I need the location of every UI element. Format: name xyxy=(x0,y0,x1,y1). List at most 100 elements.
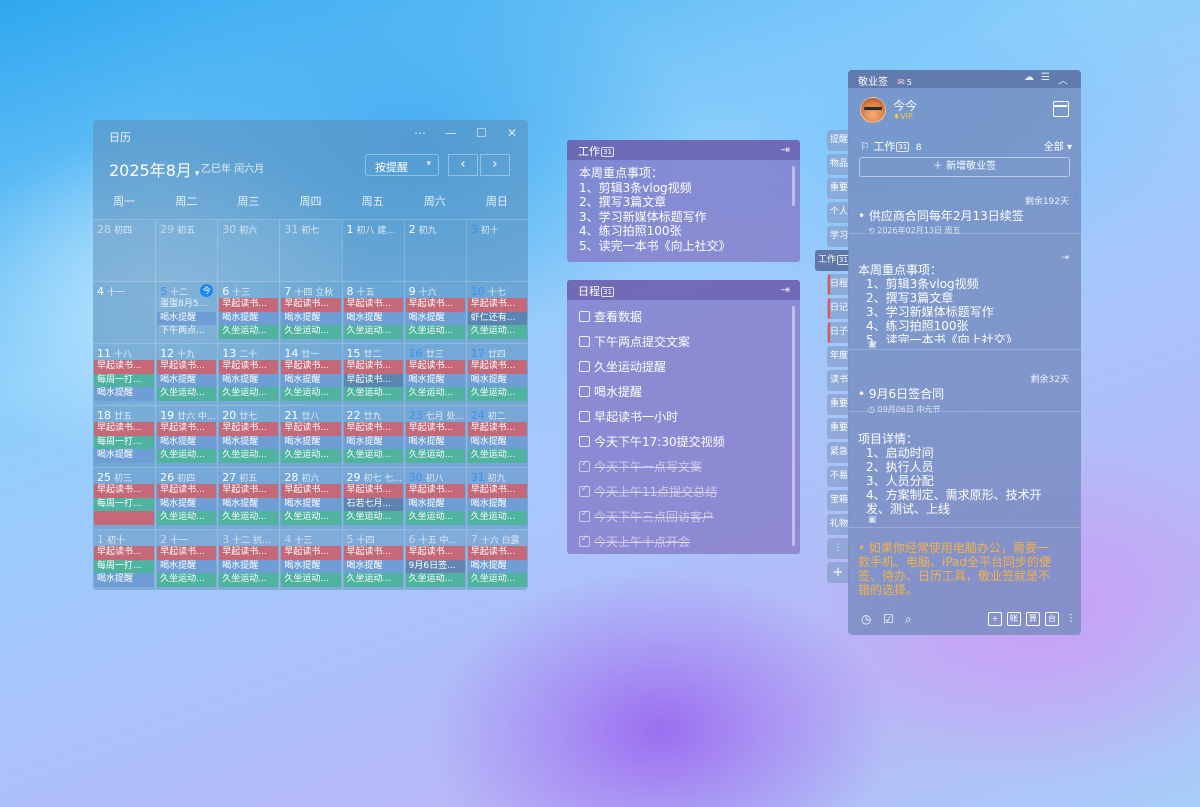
calendar-event[interactable]: 喝水提醒 xyxy=(219,311,279,325)
day-cell[interactable]: 24 初二 早起读书... 喝水提醒 久坐运动... xyxy=(465,406,528,468)
category-tab[interactable]: 学习 xyxy=(827,226,849,247)
todo-item[interactable]: 久坐运动提醒 xyxy=(567,350,800,375)
day-cell[interactable]: 21 廿八 早起读书... 喝水提醒 久坐运动... xyxy=(279,406,341,468)
day-cell[interactable]: 19 廿六 中... 早起读书... 喝水提醒 久坐运动... xyxy=(155,406,217,468)
calendar-event[interactable]: 每周一打... xyxy=(94,497,155,511)
calendar-event[interactable]: 喝水提醒 xyxy=(281,435,341,449)
calendar-event[interactable]: 久坐运动... xyxy=(405,511,465,525)
calendar-event[interactable]: 久坐运动... xyxy=(343,511,403,525)
checkbox[interactable] xyxy=(579,534,590,547)
pin-icon[interactable]: ⇥ xyxy=(1061,253,1069,263)
pin-icon[interactable]: ⇥ xyxy=(781,143,790,156)
note-card[interactable]: 剩余32天 • 9月6日签合同 ◷ 09月06日 中元节 xyxy=(848,350,1081,414)
calendar-event[interactable]: 早起读书... xyxy=(467,422,527,436)
pin-icon[interactable]: ⇡ xyxy=(1071,193,1079,203)
calendar-event[interactable]: 喝水提醒 xyxy=(281,311,341,325)
calendar-event[interactable]: 早起读书... xyxy=(343,484,403,498)
calendar-event[interactable]: 早起读书... xyxy=(281,360,341,374)
calendar-event[interactable]: 喝水提醒 xyxy=(157,559,217,573)
day-cell[interactable]: 25 初三 早起读书... 每周一打... xyxy=(93,468,155,530)
calendar-event[interactable]: 久坐运动... xyxy=(219,449,279,463)
category-tab[interactable]: 重要 xyxy=(827,394,849,415)
calendar-event[interactable]: 早起读书... xyxy=(405,360,465,374)
calendar-event[interactable]: 久坐运动... xyxy=(343,449,403,463)
more-icon[interactable]: ⋯ xyxy=(414,126,426,140)
calendar-event[interactable]: 喝水提醒 xyxy=(281,497,341,511)
todo-item[interactable]: 今天下午17:30提交视频 xyxy=(567,425,800,450)
day-cell[interactable]: 1 初八 建... xyxy=(341,220,404,282)
day-cell[interactable]: 2 十一 早起读书... 喝水提醒 久坐运动... xyxy=(155,530,218,590)
calendar-event[interactable]: 喝水提醒 xyxy=(219,435,279,449)
collapse-icon[interactable]: ︿ xyxy=(1058,72,1068,87)
calendar-event[interactable]: 早起读书... xyxy=(405,484,465,498)
todo-item[interactable]: 早起读书一小时 xyxy=(567,400,800,425)
scrollbar[interactable] xyxy=(792,166,795,206)
calendar-event[interactable]: 喝水提醒 xyxy=(405,497,465,511)
calendar-event[interactable]: 久坐运动... xyxy=(405,573,465,587)
cloud-sync-icon[interactable]: ☁ xyxy=(1024,72,1034,83)
calendar-event[interactable]: 早起读书... xyxy=(219,298,279,312)
calendar-event[interactable]: 久坐运动... xyxy=(281,573,341,587)
close-icon[interactable]: ✕ xyxy=(507,126,517,140)
calendar-event[interactable]: 喝水提醒 xyxy=(467,559,527,573)
note-card[interactable]: 项目详情： 1、启动时间 2、执行人员 3、人员分配 4、方案制定、需求原形、技… xyxy=(848,415,1081,528)
calendar-event[interactable]: 喝水提醒 xyxy=(219,559,279,573)
reminder-filter-select[interactable]: 按提醒 ▾ xyxy=(365,154,439,176)
day-cell[interactable]: 1 初十 早起读书... 每周一打... 喝水提醒 xyxy=(93,530,156,590)
day-cell[interactable]: 3 十二 抗... 早起读书... 喝水提醒 久坐运动... xyxy=(217,530,280,590)
day-cell[interactable]: 2 初九 xyxy=(403,220,466,282)
calendar-event[interactable]: 久坐运动... xyxy=(343,387,403,401)
calendar-event[interactable]: 久坐运动... xyxy=(343,325,403,339)
add-note-button[interactable]: ＋ 新增敬业签 xyxy=(859,157,1070,177)
calendar-event[interactable]: 早起读书... xyxy=(94,484,155,498)
day-cell[interactable]: 29 初七 七... 早起读书... 石若七月... 久坐运动... xyxy=(341,468,404,530)
minimize-icon[interactable]: — xyxy=(445,126,457,140)
calendar-event[interactable]: 喝水提醒 xyxy=(405,373,465,387)
calendar-event[interactable]: 久坐运动... xyxy=(467,325,527,339)
calendar-event[interactable]: 久坐运动... xyxy=(219,387,279,401)
day-cell[interactable]: 28 初六 早起读书... 喝水提醒 久坐运动... xyxy=(279,468,341,530)
calendar-event[interactable]: 早起读书... xyxy=(405,546,465,560)
category-tab[interactable]: 个人 xyxy=(827,202,849,223)
day-cell[interactable]: 22 廿九 早起读书... 喝水提醒 久坐运动... xyxy=(341,406,404,468)
calendar-event[interactable]: 久坐运动... xyxy=(281,387,341,401)
category-tab[interactable]: 工作 31 xyxy=(815,250,849,271)
calendar-event[interactable]: 早起读书... xyxy=(467,546,527,560)
calendar-event[interactable]: 久坐运动... xyxy=(157,449,217,463)
day-cell[interactable]: 20 廿七 早起读书... 喝水提醒 久坐运动... xyxy=(217,406,279,468)
checkbox[interactable] xyxy=(579,459,590,472)
category-tab[interactable]: 重要 xyxy=(827,178,849,199)
desk-icon[interactable]: 台 xyxy=(1045,612,1059,626)
calendar-event[interactable]: 早起读书... xyxy=(281,422,341,436)
calendar-event[interactable]: 早起读书... xyxy=(405,422,465,436)
todo-item[interactable]: 今天下午一点写文案 xyxy=(567,450,800,475)
calendar-event[interactable]: 喝水提醒 xyxy=(157,373,217,387)
calendar-event[interactable] xyxy=(94,511,155,525)
calendar-event[interactable]: 早起读书... xyxy=(343,422,403,436)
calendar-event[interactable]: 喝水提醒 xyxy=(157,311,217,325)
category-tab[interactable]: 礼物 xyxy=(827,514,849,535)
calendar-event[interactable]: 喝水提醒 xyxy=(281,373,341,387)
calendar-event[interactable]: 久坐运动... xyxy=(219,511,279,525)
calendar-event[interactable]: 喝水提醒 xyxy=(281,559,341,573)
category-tab[interactable]: 物品 xyxy=(827,154,849,175)
day-cell[interactable]: 30 初八 早起读书... 喝水提醒 久坐运动... xyxy=(403,468,466,530)
work-note-body[interactable]: 本周重点事项： 1、剪辑3条vlog视频 2、撰写3篇文章 3、学习新媒体标题写… xyxy=(567,160,800,253)
calendar-event[interactable]: 久坐运动... xyxy=(405,325,465,339)
day-cell[interactable]: 31 初七 xyxy=(279,220,342,282)
calendar-event[interactable]: 久坐运动... xyxy=(467,511,527,525)
calendar-event[interactable]: 早起读书... xyxy=(405,298,465,312)
menu-icon[interactable]: ☰ xyxy=(1041,72,1050,83)
calendar-event[interactable]: 喝水提醒 xyxy=(467,373,527,387)
day-cell[interactable]: 11 十八 早起读书... 每周一打... 喝水提醒 xyxy=(93,344,155,406)
calendar-event[interactable]: 早起读书... xyxy=(343,298,403,312)
category-tab[interactable]: 年度 xyxy=(827,346,849,367)
calendar-event[interactable]: 喝水提醒 xyxy=(405,435,465,449)
todo-icon[interactable]: ☑ xyxy=(883,612,894,626)
day-cell[interactable]: 10 十七 早起读书... 虾仁还有... 久坐运动... xyxy=(465,282,528,344)
calendar-event[interactable]: 喝水提醒 xyxy=(157,497,217,511)
avatar[interactable] xyxy=(860,97,886,123)
checkbox[interactable] xyxy=(579,509,590,522)
category-tab[interactable]: 读书 xyxy=(827,370,849,391)
search-icon[interactable]: ⌕ xyxy=(905,612,912,627)
